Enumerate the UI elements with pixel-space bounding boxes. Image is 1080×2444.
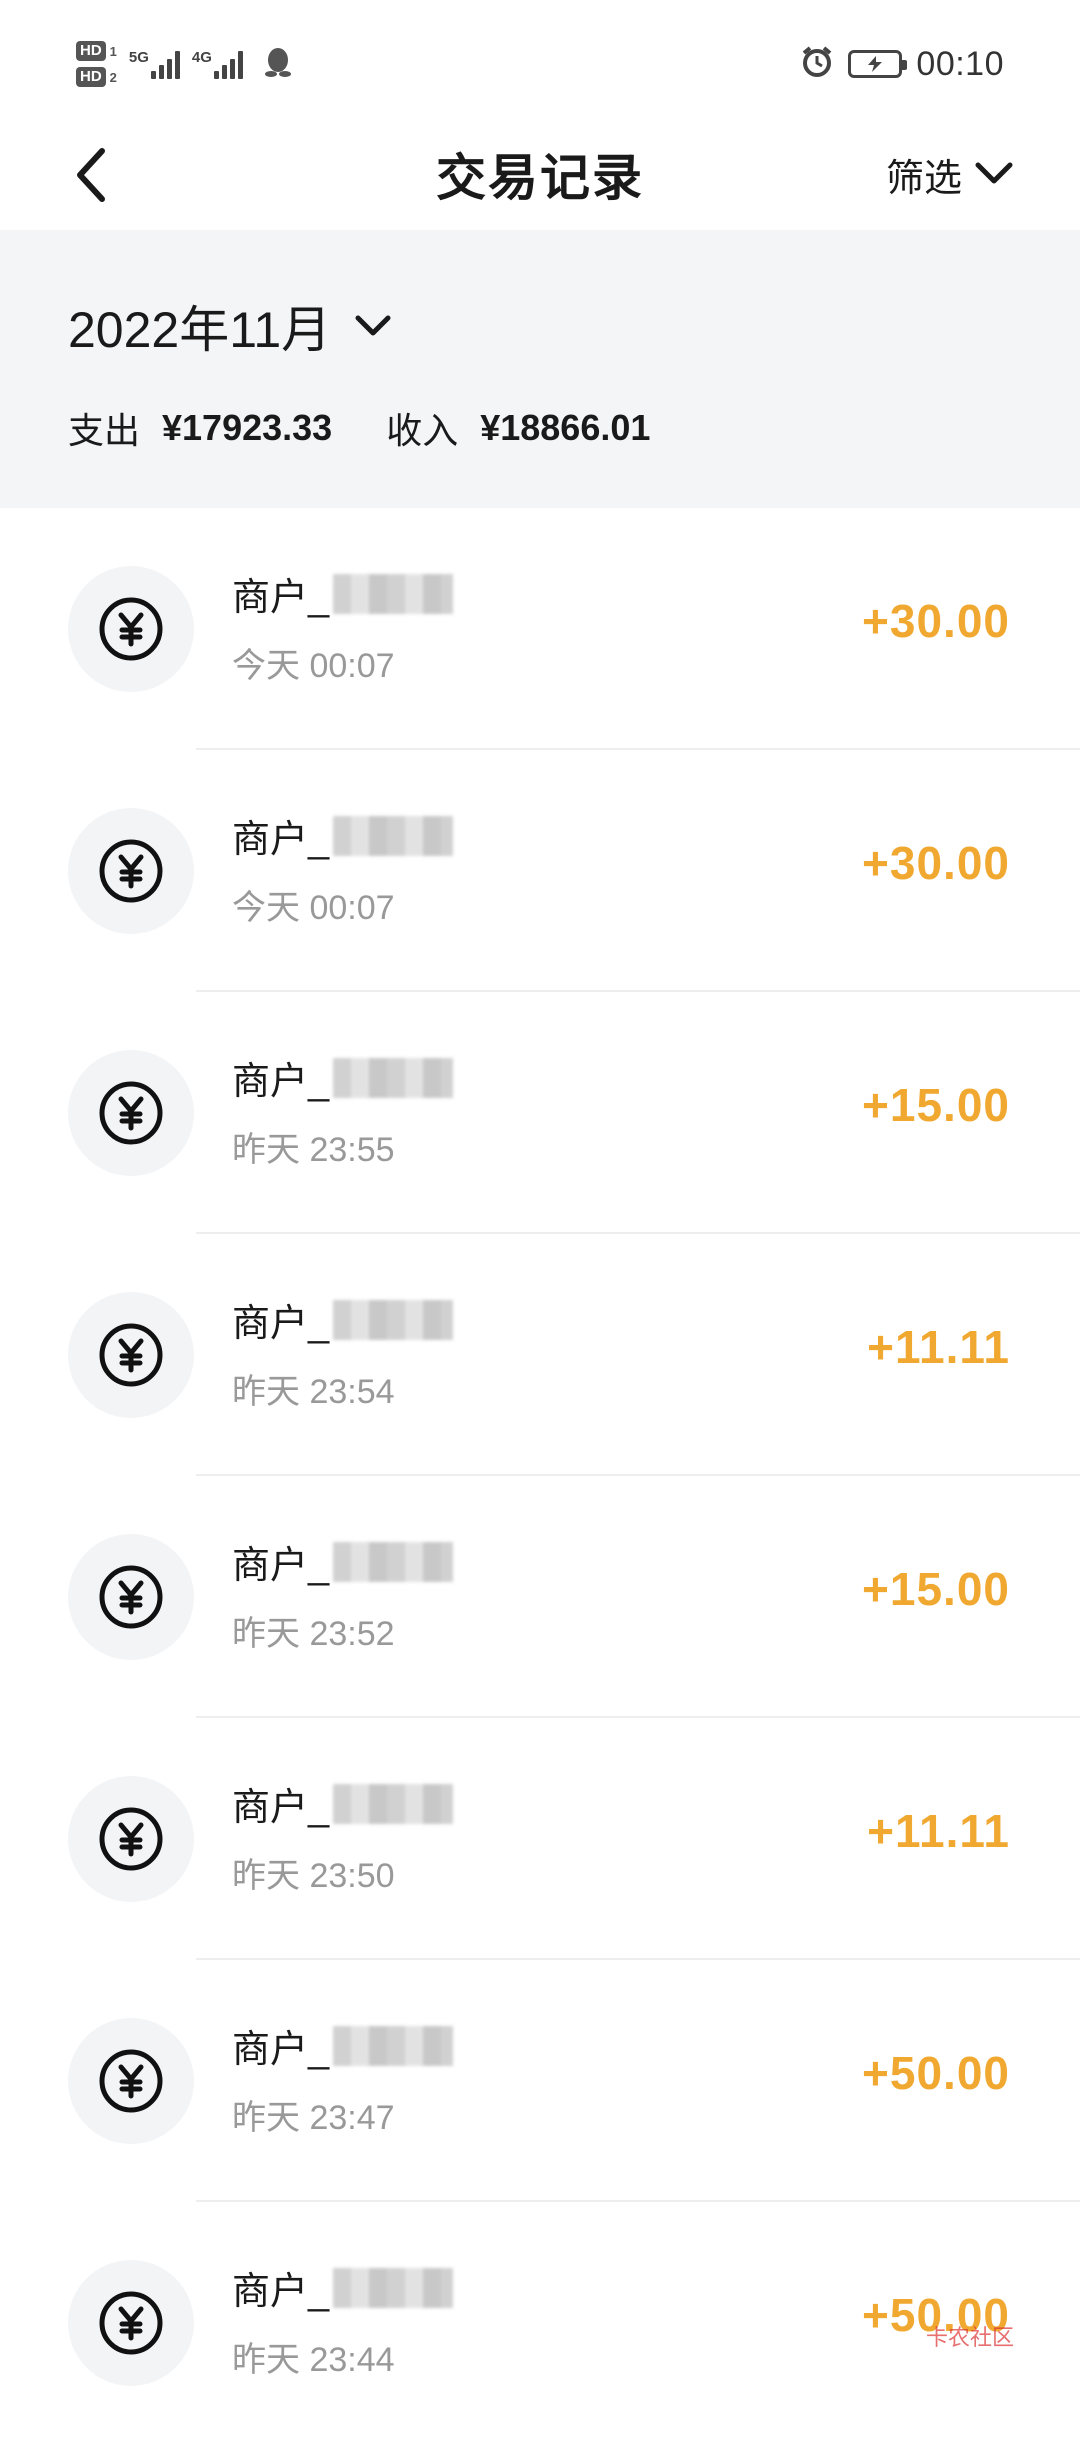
redacted-merchant (333, 2026, 453, 2066)
list-item[interactable]: 商户_ 昨天 23:47 +50.00 (0, 1960, 1080, 2202)
transaction-amount: +15.00 (862, 1562, 1010, 1616)
transaction-amount: +30.00 (862, 836, 1010, 890)
merchant-name: 商户_ (232, 1292, 453, 1347)
status-left: HD 1 HD 2 5G 4G (76, 36, 293, 92)
hd-badge-2: HD 2 (76, 67, 117, 87)
transaction-amount: +30.00 (862, 594, 1010, 648)
alarm-icon (800, 45, 834, 84)
transaction-amount: +11.11 (867, 1320, 1010, 1374)
yuan-icon (68, 2260, 194, 2386)
signal-4g: 4G (192, 49, 243, 79)
transaction-amount: +15.00 (862, 1078, 1010, 1132)
filter-label: 筛选 (886, 147, 962, 202)
redacted-merchant (333, 1542, 453, 1582)
transaction-time: 昨天 23:55 (232, 1122, 395, 1171)
yuan-icon (68, 1292, 194, 1418)
net-label-5g: 5G (129, 49, 149, 66)
merchant-name: 商户_ (232, 2260, 453, 2315)
transaction-time: 今天 00:07 (232, 880, 395, 929)
signal-icon (214, 49, 243, 79)
month-selector[interactable]: 2022年11月 (68, 290, 393, 362)
redacted-merchant (333, 1784, 453, 1824)
transaction-time: 昨天 23:50 (232, 1848, 395, 1897)
filter-button[interactable]: 筛选 (886, 142, 1014, 206)
status-bar: HD 1 HD 2 5G 4G (0, 0, 1080, 120)
list-item[interactable]: 商户_ 昨天 23:44 +50.00 (0, 2202, 1080, 2444)
expense-label: 支出 (68, 402, 140, 454)
qq-icon (263, 45, 293, 84)
merchant-name: 商户_ (232, 2018, 453, 2073)
nav-bar: 交易记录 筛选 (0, 120, 1080, 230)
chevron-down-icon (353, 312, 393, 340)
yuan-icon (68, 566, 194, 692)
redacted-merchant (333, 1300, 453, 1340)
transaction-time: 昨天 23:47 (232, 2090, 395, 2139)
yuan-icon (68, 2018, 194, 2144)
month-summary: 2022年11月 支出 ¥17923.33 收入 ¥18866.01 (0, 230, 1080, 508)
chevron-down-icon (974, 159, 1014, 189)
yuan-icon (68, 1050, 194, 1176)
list-item[interactable]: 商户_ 昨天 23:55 +15.00 (0, 992, 1080, 1234)
transaction-amount: +50.00 (862, 2046, 1010, 2100)
list-item[interactable]: 商户_ 昨天 23:54 +11.11 (0, 1234, 1080, 1476)
redacted-merchant (333, 1058, 453, 1098)
month-label: 2022年11月 (68, 290, 331, 362)
status-right: 00:10 (800, 42, 1004, 86)
hd-indicators: HD 1 HD 2 (76, 41, 117, 87)
redacted-merchant (333, 574, 453, 614)
merchant-name: 商户_ (232, 1776, 453, 1831)
transaction-amount: +11.11 (867, 1804, 1010, 1858)
hd-label-1: HD (76, 41, 106, 61)
yuan-icon (68, 808, 194, 934)
income-value: ¥18866.01 (480, 407, 650, 449)
list-item[interactable]: 商户_ 昨天 23:50 +11.11 (0, 1718, 1080, 1960)
hd-num-1: 1 (110, 44, 117, 59)
expense-value: ¥17923.33 (162, 407, 332, 449)
redacted-merchant (333, 816, 453, 856)
merchant-name: 商户_ (232, 1534, 453, 1589)
transaction-time: 昨天 23:52 (232, 1606, 395, 1655)
yuan-icon (68, 1776, 194, 1902)
merchant-name: 商户_ (232, 808, 453, 863)
signal-icon (151, 49, 180, 79)
transaction-time: 昨天 23:54 (232, 1364, 395, 1413)
signal-5g: 5G (129, 49, 180, 79)
merchant-name: 商户_ (232, 566, 453, 621)
list-item[interactable]: 商户_ 今天 00:07 +30.00 (0, 508, 1080, 750)
transaction-time: 今天 00:07 (232, 638, 395, 687)
net-label-4g: 4G (192, 49, 212, 66)
income-label: 收入 (386, 402, 458, 454)
hd-num-2: 2 (110, 70, 117, 85)
hd-label-2: HD (76, 67, 106, 87)
watermark-text: 卡农社区 (926, 2320, 1014, 2352)
transaction-list: 商户_ 今天 00:07 +30.00 商户_ 今天 00:07 +30.00 … (0, 508, 1080, 2444)
list-item[interactable]: 商户_ 昨天 23:52 +15.00 (0, 1476, 1080, 1718)
battery-icon (848, 50, 902, 78)
status-time: 00:10 (916, 45, 1004, 84)
list-item[interactable]: 商户_ 今天 00:07 +30.00 (0, 750, 1080, 992)
redacted-merchant (333, 2268, 453, 2308)
transaction-time: 昨天 23:44 (232, 2332, 395, 2381)
hd-badge-1: HD 1 (76, 41, 117, 61)
merchant-name: 商户_ (232, 1050, 453, 1105)
totals-row: 支出 ¥17923.33 收入 ¥18866.01 (68, 402, 704, 454)
yuan-icon (68, 1534, 194, 1660)
